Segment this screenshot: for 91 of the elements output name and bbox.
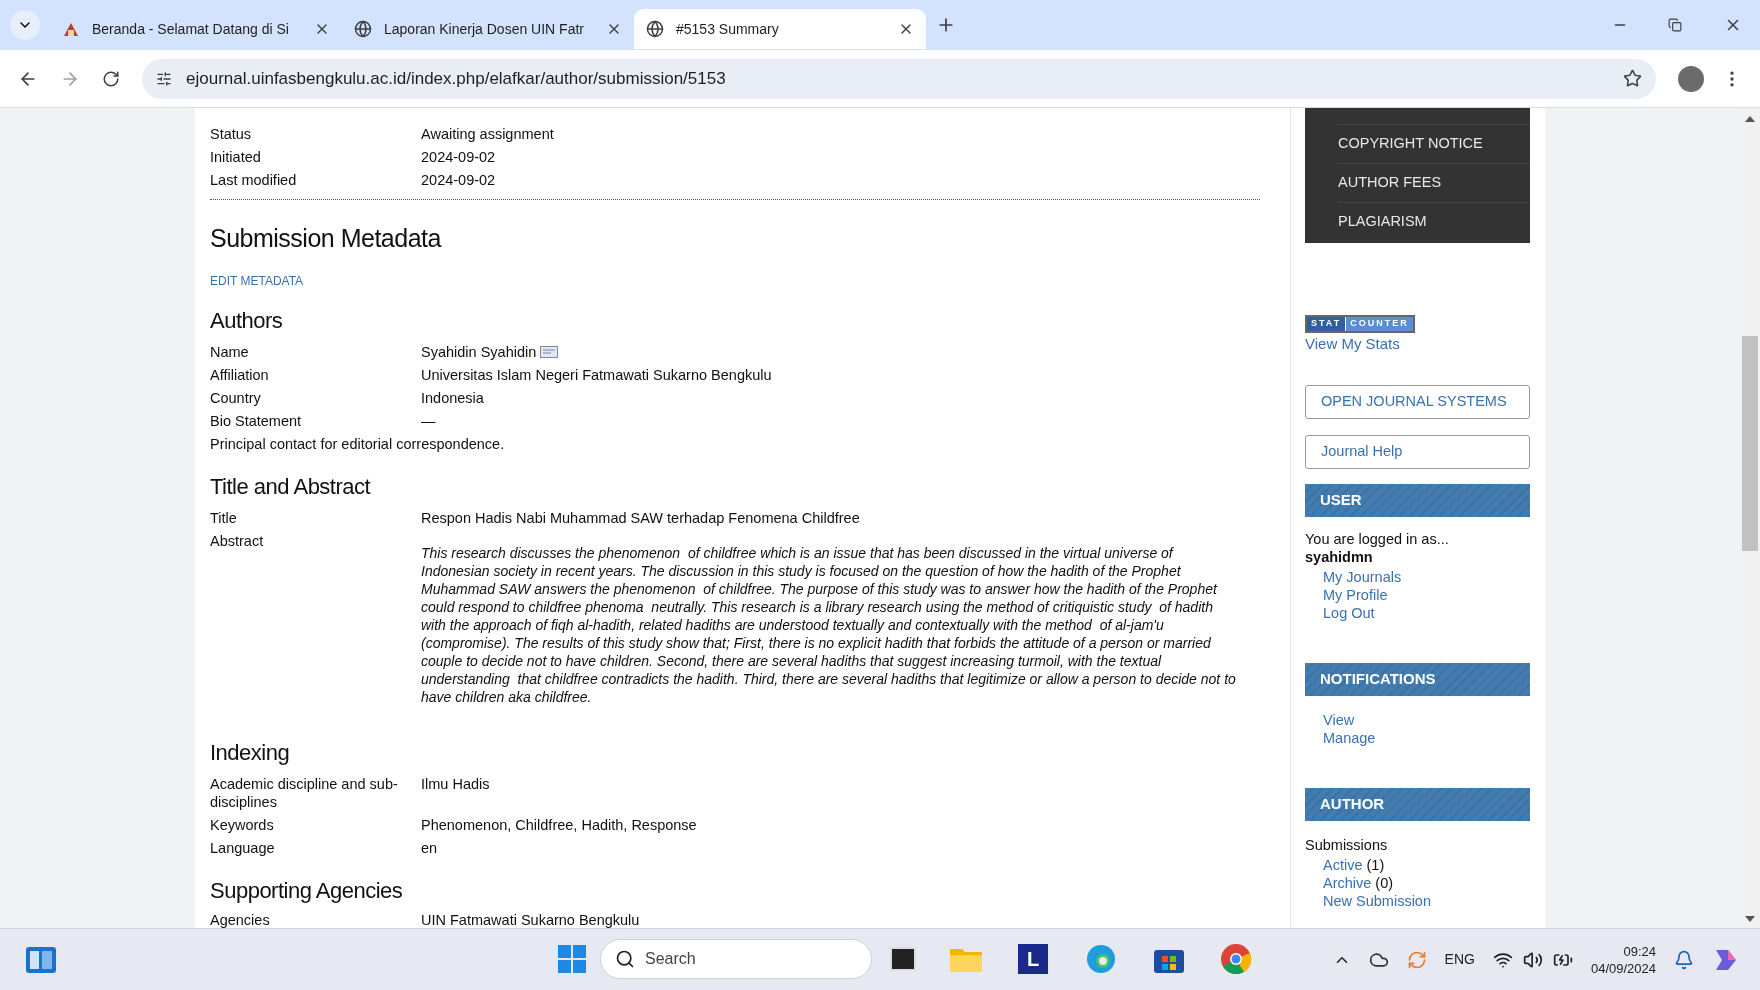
clock-time[interactable]: 09:24 (1623, 942, 1656, 960)
view-stats-link[interactable]: View My Stats (1305, 333, 1530, 356)
field-value: — (421, 412, 436, 430)
field-label: Last modified (210, 170, 298, 189)
field-label: Bio Statement (210, 412, 303, 430)
login-status: You are logged in as... (1305, 529, 1450, 548)
field-value: Ilmu Hadis (421, 775, 490, 793)
reload-icon[interactable] (102, 69, 120, 88)
submissions-label: Submissions (1305, 835, 1389, 854)
sidebar-menu-item[interactable]: PLAGIARISM (1338, 211, 1427, 233)
search-placeholder: Search (645, 949, 696, 969)
field-label: Country (210, 389, 262, 407)
notification-bell-icon[interactable] (1674, 949, 1694, 970)
sidebar-link[interactable]: Active (1323, 855, 1363, 874)
statcounter-badge[interactable]: STAT COUNTER (1305, 315, 1415, 333)
sidebar-block-heading: AUTHOR (1305, 787, 1530, 821)
volume-icon[interactable] (1522, 949, 1543, 970)
field-label: Initiated (210, 147, 262, 166)
globe-icon (354, 20, 372, 38)
chrome-browser-icon[interactable] (1220, 943, 1252, 975)
section-heading: Authors (210, 306, 284, 335)
field-value: 2024-09-02 (421, 147, 496, 166)
sidebar-menu-item[interactable]: COPYRIGHT NOTICE (1338, 133, 1483, 155)
badge-text: STAT (1307, 317, 1346, 331)
field-label: Academic discipline and sub-disciplines (210, 775, 399, 811)
submission-count: (0) (1375, 873, 1394, 892)
field-value: Awaiting assignment (421, 124, 554, 143)
url-text: ejournal.uinfasbengkulu.ac.id/index.php/elafkar/author/submission/5153 (186, 67, 727, 90)
field-label: Language (210, 839, 276, 857)
sidebar-link[interactable]: View (1323, 710, 1355, 729)
badge-text: COUNTER (1345, 317, 1413, 331)
taskbar-search-field[interactable]: Search (600, 939, 872, 979)
field-label: Agencies (210, 911, 271, 928)
clock-date[interactable]: 04/09/2024 (1590, 959, 1656, 977)
contact-note: Principal contact for editorial correspondence. (210, 434, 506, 454)
scroll-up-icon[interactable] (1745, 116, 1755, 122)
site-settings-icon[interactable] (156, 70, 172, 87)
tab-title: Laporan Kinerja Dosen UIN Fatr (384, 19, 585, 39)
search-icon (615, 949, 635, 969)
app-letter-tile[interactable]: L (1018, 944, 1048, 974)
restore-icon[interactable] (1668, 18, 1682, 32)
section-heading: Indexing (210, 738, 291, 767)
field-value: Respon Hadis Nabi Muhammad SAW terhadap Fenomena Childfree (421, 509, 860, 527)
browser-tab[interactable]: Beranda - Selamat Datang di Si (50, 11, 342, 47)
field-value: Indonesia (421, 389, 484, 407)
field-label: Abstract (210, 531, 265, 551)
field-value: Phenomenon, Childfree, Hadith, Response (421, 816, 697, 834)
input-language[interactable]: ENG (1444, 949, 1475, 970)
bookmark-star-icon[interactable] (1623, 69, 1642, 88)
username: syahidmn (1305, 547, 1374, 566)
sidebar-link[interactable]: My Profile (1323, 585, 1388, 604)
section-heading: Supporting Agencies (210, 876, 404, 905)
sidebar-block-heading: USER (1305, 483, 1530, 517)
field-label: Affiliation (210, 366, 270, 384)
edit-metadata-link[interactable]: EDIT METADATA (210, 271, 1260, 290)
field-label: Title (210, 509, 238, 527)
field-label: Status (210, 124, 253, 143)
globe-icon (646, 20, 664, 38)
sidebar-link[interactable]: Manage (1323, 728, 1376, 747)
task-view-icon[interactable] (890, 947, 916, 971)
field-label: Name (210, 343, 250, 361)
sidebar-link[interactable]: Archive (1323, 873, 1372, 892)
sidebar-link[interactable]: Log Out (1323, 603, 1375, 622)
submission-count: (1) (1366, 855, 1385, 874)
browser-tab[interactable]: Laporan Kinerja Dosen UIN Fatr (342, 11, 634, 47)
tab-title: Beranda - Selamat Datang di Si (92, 19, 290, 39)
sidebar-link-box[interactable]: Journal Help (1305, 434, 1530, 469)
field-value: 2024-09-02 (421, 170, 496, 189)
tab-title: #5153 Summary (676, 19, 780, 39)
tab-list-button[interactable] (10, 10, 40, 40)
abstract-text: This research discusses the phenomenon of childfree which is an issue that has been discussed in the virtual universe of Indonesian society in recent years. The discussion in this study is focused on the question of how the hadith of the Prophet Muhammad SAW answers the phenomenon of childfree. The purpose of this study was to answer how the hadith of the Prophet could respond to childfree phenoma neutrally. This research is a library research using the method of critiquistic study of hadith with the approach of fiqh al-hadith, related hadiths are understood textually and contextually with the method of al-jam'u (compromise). The results of this study show that; First, there is no explicit hadith that forbids the attitude of a person or married couple to decide not to have children. Second, there are several hadiths that suggest increasing turmoil, with the textual understanding that childfree contradicts the hadith. Third, there are several hadiths that legitimize or allow a person to decide not to have children aka childfree. (421, 543, 1237, 706)
field-value: Syahidin Syahidin (421, 343, 537, 361)
sidebar-block-heading: NOTIFICATIONS (1305, 662, 1530, 696)
sidebar-link[interactable]: My Journals (1323, 567, 1402, 586)
field-value: Universitas Islam Negeri Fatmawati Sukarno Bengkulu (421, 366, 772, 384)
section-heading: Submission Metadata (210, 223, 443, 254)
envelope-icon[interactable] (540, 346, 559, 358)
section-heading: Title and Abstract (210, 472, 372, 501)
windows-start-icon[interactable] (558, 945, 586, 973)
browser-tab[interactable]: #5153 Summary (634, 9, 926, 49)
sidebar-link[interactable]: New Submission (1323, 891, 1431, 910)
scrollbar-thumb[interactable] (1742, 336, 1758, 551)
field-value: UIN Fatmawati Sukarno Bengkulu (421, 911, 640, 928)
sidebar-link-box[interactable]: OPEN JOURNAL SYSTEMS (1305, 384, 1530, 419)
field-label: Keywords (210, 816, 275, 834)
address-bar[interactable]: ejournal.uinfasbengkulu.ac.id/index.php/elafkar/author/submission/5153 (142, 58, 1656, 99)
sidebar-menu-item[interactable]: AUTHOR FEES (1338, 172, 1442, 194)
profile-avatar[interactable] (1678, 65, 1704, 92)
widgets-icon[interactable] (26, 946, 56, 973)
scroll-down-icon[interactable] (1745, 916, 1755, 922)
field-value: en (421, 839, 438, 857)
